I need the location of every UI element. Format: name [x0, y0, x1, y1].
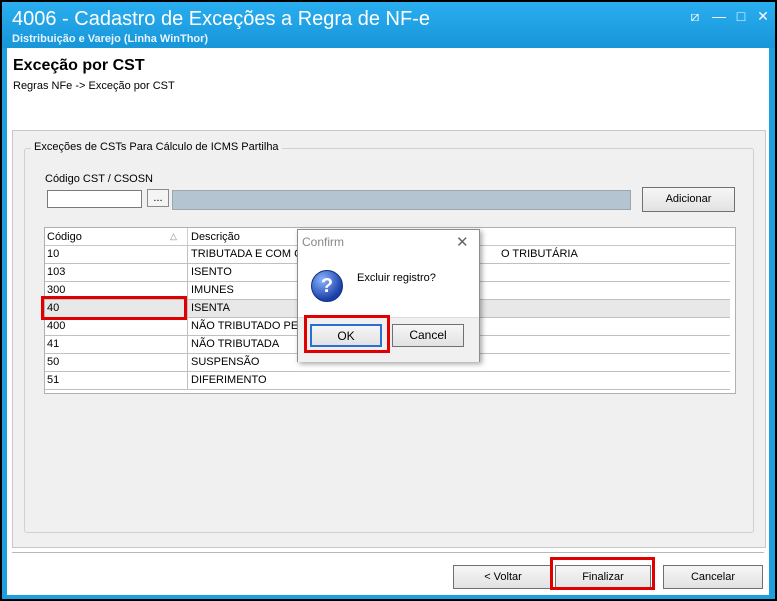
column-separator: [187, 372, 188, 389]
add-button[interactable]: Adicionar: [642, 187, 735, 212]
cell-code: 10: [47, 248, 60, 260]
cancel-button[interactable]: Cancelar: [663, 565, 763, 589]
question-icon: ?: [311, 270, 343, 302]
cst-code-input[interactable]: [47, 190, 142, 208]
dialog-footer: OK Cancel: [298, 317, 479, 362]
maximize-button[interactable]: □: [732, 8, 750, 24]
cell-code: 400: [47, 320, 66, 332]
cell-description: SUSPENSÃO: [191, 356, 260, 368]
minimize-button[interactable]: —: [710, 8, 728, 24]
column-separator: [187, 354, 188, 371]
finish-button[interactable]: Finalizar: [555, 565, 651, 589]
window-title: 4006 - Cadastro de Exceções a Regra de N…: [12, 8, 430, 30]
cell-code: 103: [47, 266, 66, 278]
column-separator: [187, 318, 188, 335]
cell-code: 300: [47, 284, 66, 296]
cell-code: 51: [47, 374, 60, 386]
breadcrumb: Regras NFe -> Exceção por CST: [13, 80, 175, 92]
cell-description: TRIBUTADA E COM CO: [191, 248, 311, 260]
page-title: Exceção por CST: [13, 57, 145, 74]
cst-description-field: [172, 190, 631, 210]
column-separator: [187, 228, 188, 245]
dialog-cancel-button[interactable]: Cancel: [392, 324, 464, 347]
sort-ascending-icon: △: [170, 231, 177, 241]
title-bar: 4006 - Cadastro de Exceções a Regra de N…: [2, 2, 775, 48]
column-separator: [187, 282, 188, 299]
cell-description: IMUNES: [191, 284, 234, 296]
cell-description: ISENTO: [191, 266, 232, 278]
dialog-message: Excluir registro?: [357, 272, 436, 284]
footer-divider: [12, 552, 764, 553]
cst-label: Código CST / CSOSN: [45, 173, 154, 185]
column-separator: [187, 300, 188, 317]
dialog-title: Confirm: [302, 235, 345, 249]
back-button[interactable]: < Voltar: [453, 565, 553, 589]
group-legend: Exceções de CSTs Para Cálculo de ICMS Pa…: [31, 141, 282, 153]
column-separator: [187, 264, 188, 281]
cell-description: NÃO TRIBUTADO PELO: [191, 320, 313, 332]
table-row[interactable]: 51 DIFERIMENTO: [45, 372, 730, 390]
cell-description: ISENTA: [191, 302, 230, 314]
close-window-button[interactable]: ✕: [754, 8, 772, 24]
cell-description: NÃO TRIBUTADA: [191, 338, 280, 350]
cell-description-tail: O TRIBUTÁRIA: [501, 248, 578, 260]
ok-button[interactable]: OK: [310, 324, 382, 347]
column-separator: [187, 336, 188, 353]
lookup-button[interactable]: ...: [147, 189, 169, 207]
dialog-close-icon[interactable]: ✕: [456, 233, 469, 251]
help-window-icon[interactable]: ⧄: [686, 8, 704, 24]
cell-code: 41: [47, 338, 60, 350]
column-header-description[interactable]: Descrição: [191, 231, 240, 243]
window-subtitle: Distribuição e Varejo (Linha WinThor): [12, 33, 209, 45]
cell-code: 50: [47, 356, 60, 368]
app-window: 4006 - Cadastro de Exceções a Regra de N…: [0, 0, 777, 601]
cell-description: DIFERIMENTO: [191, 374, 267, 386]
confirm-dialog: Confirm ✕ ? Excluir registro? OK Cancel: [297, 229, 480, 362]
cell-code: 40: [47, 302, 60, 314]
column-separator: [187, 246, 188, 263]
column-header-code[interactable]: Código: [47, 231, 82, 243]
